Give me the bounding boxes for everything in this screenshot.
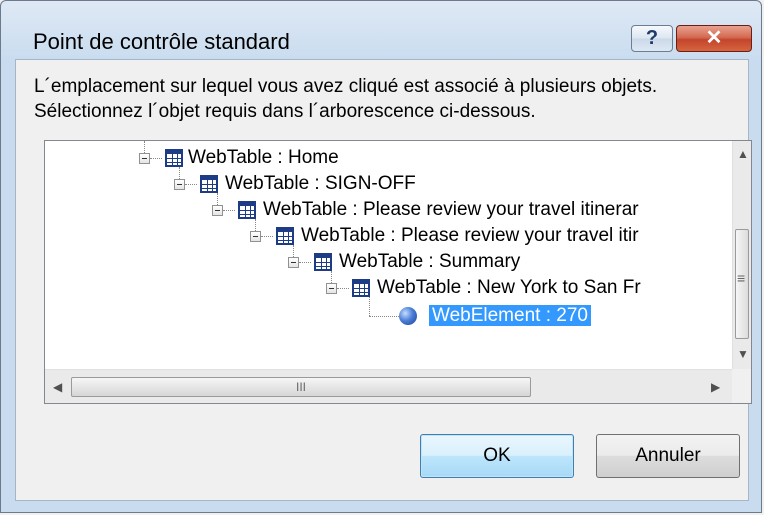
tree-connector [223,210,235,211]
table-icon [352,279,370,297]
globe-icon [399,307,417,325]
scrollbar-corner [732,369,751,403]
tree-node[interactable]: WebTable : Please review your travel iti… [298,222,642,250]
tree-connector [261,236,273,237]
table-icon [238,201,256,219]
collapse-toggle-icon[interactable] [139,153,150,164]
tree-connector [144,141,145,153]
scroll-down-arrow-icon[interactable]: ▼ [737,347,749,361]
collapse-toggle-icon[interactable] [250,231,261,242]
tree-node[interactable]: WebTable : Please review your travel iti… [260,196,642,224]
tree-connector [369,297,370,316]
instruction-text: L´emplacement sur lequel vous avez cliqu… [34,74,744,124]
dialog-window: Point de contrôle standard ? ✕ L´emplace… [0,0,762,513]
close-icon: ✕ [705,27,723,49]
tree-node[interactable]: WebTable : Summary [336,248,523,276]
window-title: Point de contrôle standard [33,29,290,54]
collapse-toggle-icon[interactable] [326,283,337,294]
tree-connector [369,316,399,317]
help-icon: ? [645,27,659,49]
tree-connector [293,245,294,257]
tree-connector [150,158,162,159]
scroll-left-arrow-icon[interactable]: ◀ [53,380,62,394]
tree-connector [337,288,349,289]
table-icon [200,175,218,193]
instruction-line-2: Sélectionnez l´objet requis dans l´arbor… [34,101,536,122]
table-icon [165,149,183,167]
cancel-button[interactable]: Annuler [596,434,740,478]
tree-node[interactable]: WebTable : SIGN-OFF [222,170,419,198]
tree-node-selected[interactable]: WebElement : 270 [429,302,591,330]
tree-connector [331,271,332,283]
vertical-scrollbar[interactable]: ▲ ▼ [732,141,751,369]
tree-node[interactable]: WebTable : Home [185,144,342,172]
tree-connector [299,262,311,263]
scroll-right-arrow-icon[interactable]: ▶ [711,380,720,394]
object-tree[interactable]: WebTable : Home WebTable : SIGN-OFF WebT… [44,140,752,404]
help-button[interactable]: ? [631,25,673,52]
collapse-toggle-icon[interactable] [174,179,185,190]
dialog-content: L´emplacement sur lequel vous avez cliqu… [15,59,752,501]
tree-node[interactable]: WebTable : New York to San Fr [374,274,644,302]
scroll-up-arrow-icon[interactable]: ▲ [737,147,749,161]
ok-button[interactable]: OK [420,434,574,478]
collapse-toggle-icon[interactable] [212,205,223,216]
vertical-scroll-thumb[interactable] [735,229,749,339]
tree-viewport: WebTable : Home WebTable : SIGN-OFF WebT… [45,141,732,369]
table-icon [314,253,332,271]
tree-connector [255,219,256,231]
collapse-toggle-icon[interactable] [288,257,299,268]
horizontal-scrollbar[interactable]: ◀ III ▶ [45,369,732,403]
tree-connector [217,193,218,205]
title-bar[interactable]: Point de contrôle standard ? ✕ [1,1,761,59]
tree-connector [179,167,180,179]
table-icon [276,227,294,245]
instruction-line-1: L´emplacement sur lequel vous avez cliqu… [34,76,658,97]
close-button[interactable]: ✕ [676,25,752,52]
tree-connector [185,184,197,185]
horizontal-scroll-thumb[interactable]: III [71,377,531,397]
